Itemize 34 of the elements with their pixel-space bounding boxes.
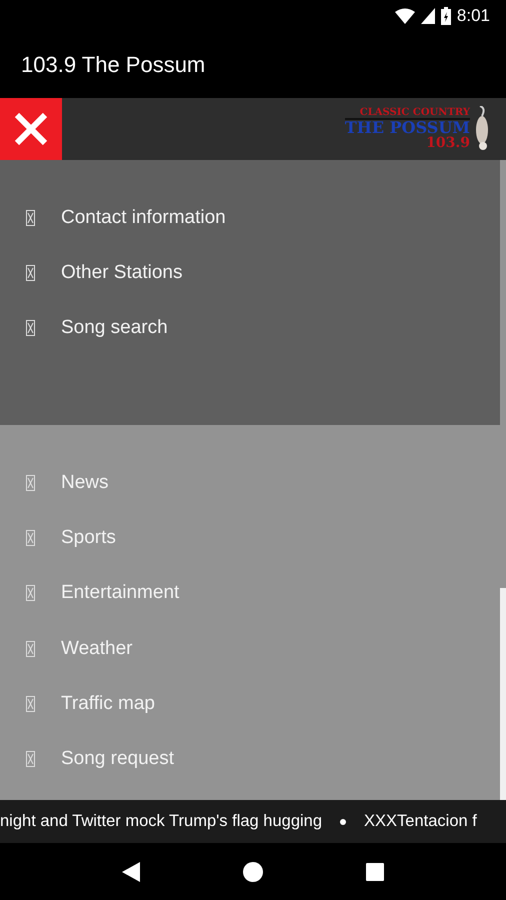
ticker-headline[interactable]: XXXTentacion f (364, 812, 477, 831)
logo-tagline: CLASSIC COUNTRY (360, 108, 470, 118)
missing-glyph-icon (26, 264, 35, 281)
menu-item[interactable]: Weather (61, 638, 132, 660)
menu-item[interactable]: News (61, 472, 109, 494)
missing-glyph-icon (26, 530, 35, 546)
missing-glyph-icon (26, 320, 35, 336)
ticker-headline[interactable]: night and Twitter mock Trump's flag hugging (0, 812, 322, 831)
back-button[interactable] (122, 862, 140, 882)
separator-dot (340, 818, 346, 824)
menu-item[interactable]: Entertainment (61, 582, 180, 604)
app-title: 103.9 The Possum (21, 52, 206, 78)
logo-frequency: 103.9 (426, 136, 470, 150)
logo-name: THE POSSUM (344, 118, 470, 136)
menu-item[interactable]: Other Stations (61, 262, 182, 284)
missing-glyph-icon (26, 474, 35, 491)
home-button[interactable] (242, 862, 263, 882)
recents-button[interactable] (366, 862, 384, 880)
missing-glyph-icon (26, 210, 35, 226)
status-time: 8:01 (456, 6, 490, 26)
missing-glyph-icon (26, 696, 35, 712)
missing-glyph-icon (26, 751, 35, 768)
close-icon (13, 111, 49, 147)
wifi-icon (394, 8, 415, 24)
menu-item[interactable]: Song search (61, 317, 168, 340)
menu-item[interactable]: Contact information (61, 206, 226, 229)
battery-icon (440, 7, 451, 25)
missing-glyph-icon (26, 585, 35, 602)
menu-item[interactable]: Sports (61, 526, 116, 549)
missing-glyph-icon (26, 640, 35, 657)
close-button[interactable] (0, 98, 62, 160)
menu-item[interactable]: Traffic map (61, 692, 155, 715)
signal-icon (420, 8, 435, 24)
menu-item[interactable]: Song request (61, 748, 174, 770)
